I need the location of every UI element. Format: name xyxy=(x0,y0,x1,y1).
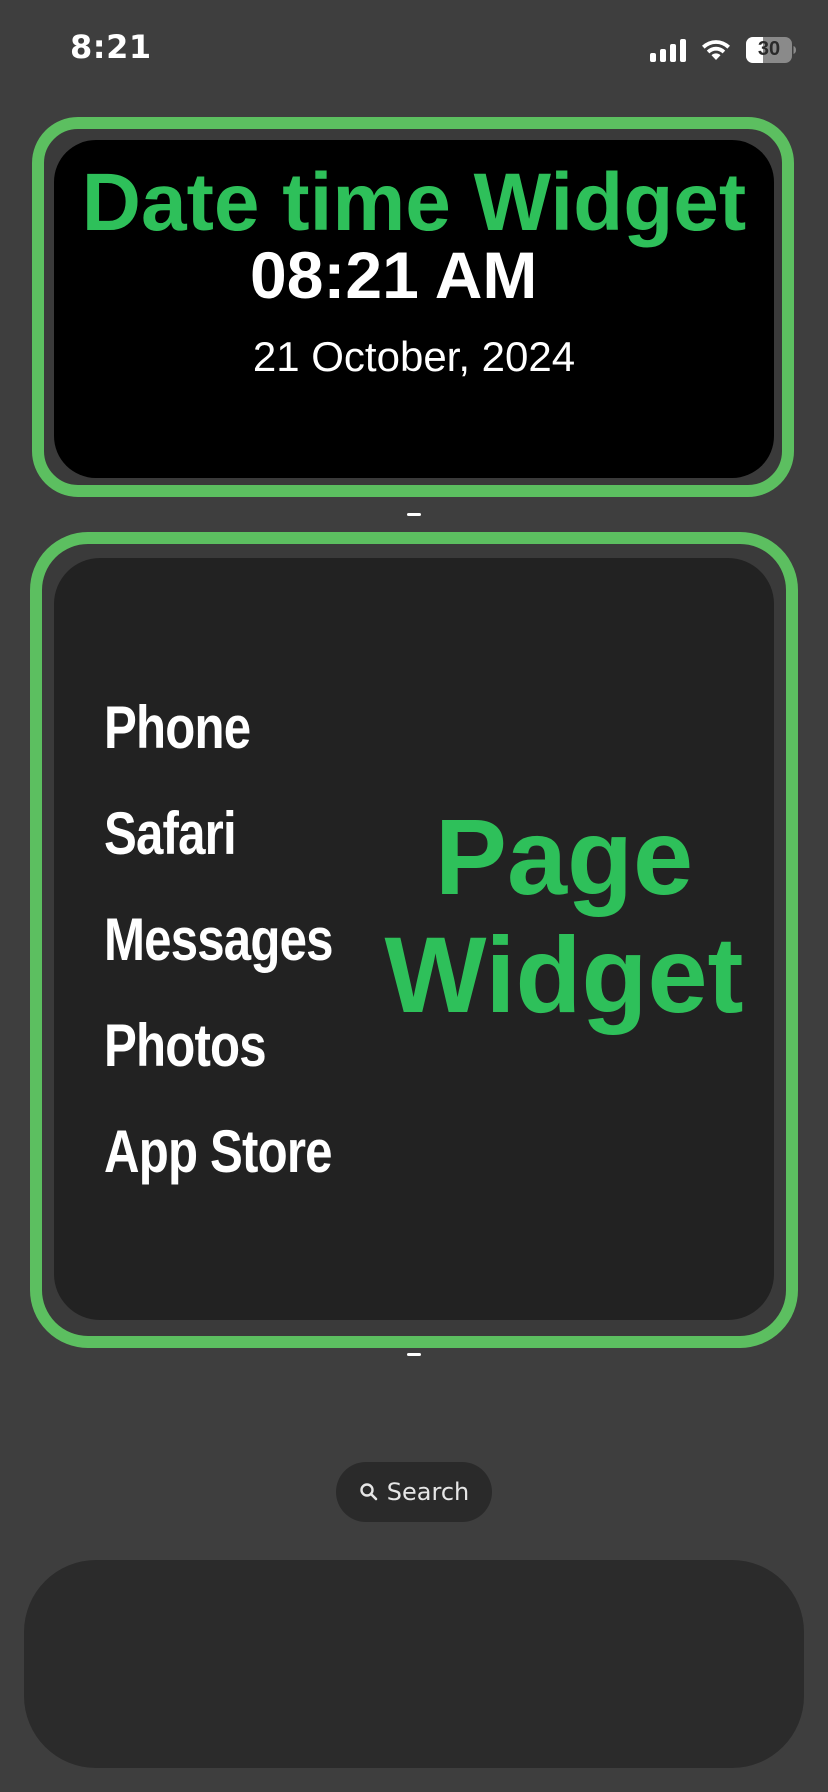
page-widget-title-line2: Widget xyxy=(384,914,744,1035)
app-list: Phone Safari Messages Photos App Store xyxy=(104,698,383,1228)
magnifier-icon xyxy=(359,1482,379,1502)
search-label: Search xyxy=(386,1478,470,1506)
app-item-messages[interactable]: Messages xyxy=(104,910,333,1016)
status-time: 8:21 xyxy=(70,28,152,66)
dock xyxy=(24,1560,804,1768)
datetime-widget-resize-handle[interactable] xyxy=(407,513,421,516)
home-screen: 8:21 30 Date time Widget 08:21 AM 21 Oct… xyxy=(0,0,828,1792)
wifi-icon xyxy=(700,38,732,62)
app-item-app-store[interactable]: App Store xyxy=(104,1122,333,1228)
page-widget-resize-handle[interactable] xyxy=(407,1353,421,1356)
app-item-safari[interactable]: Safari xyxy=(104,804,333,910)
page-widget[interactable]: Phone Safari Messages Photos App Store P… xyxy=(54,558,774,1320)
search-button[interactable]: Search xyxy=(336,1462,492,1522)
widget-date: 21 October, 2024 xyxy=(252,333,576,380)
page-widget-title: Page Widget xyxy=(384,798,744,1034)
page-widget-title-line1: Page xyxy=(434,796,694,917)
datetime-widget-title: Date time Widget xyxy=(81,157,747,248)
status-icons: 30 xyxy=(650,34,796,66)
cellular-signal-icon xyxy=(650,38,686,62)
battery-level: 30 xyxy=(757,37,781,60)
datetime-widget[interactable]: Date time Widget 08:21 AM 21 October, 20… xyxy=(54,140,774,478)
app-item-photos[interactable]: Photos xyxy=(104,1016,333,1122)
battery-icon: 30 xyxy=(746,36,796,64)
widget-time: 08:21 AM xyxy=(250,238,538,312)
app-item-phone[interactable]: Phone xyxy=(104,698,333,804)
